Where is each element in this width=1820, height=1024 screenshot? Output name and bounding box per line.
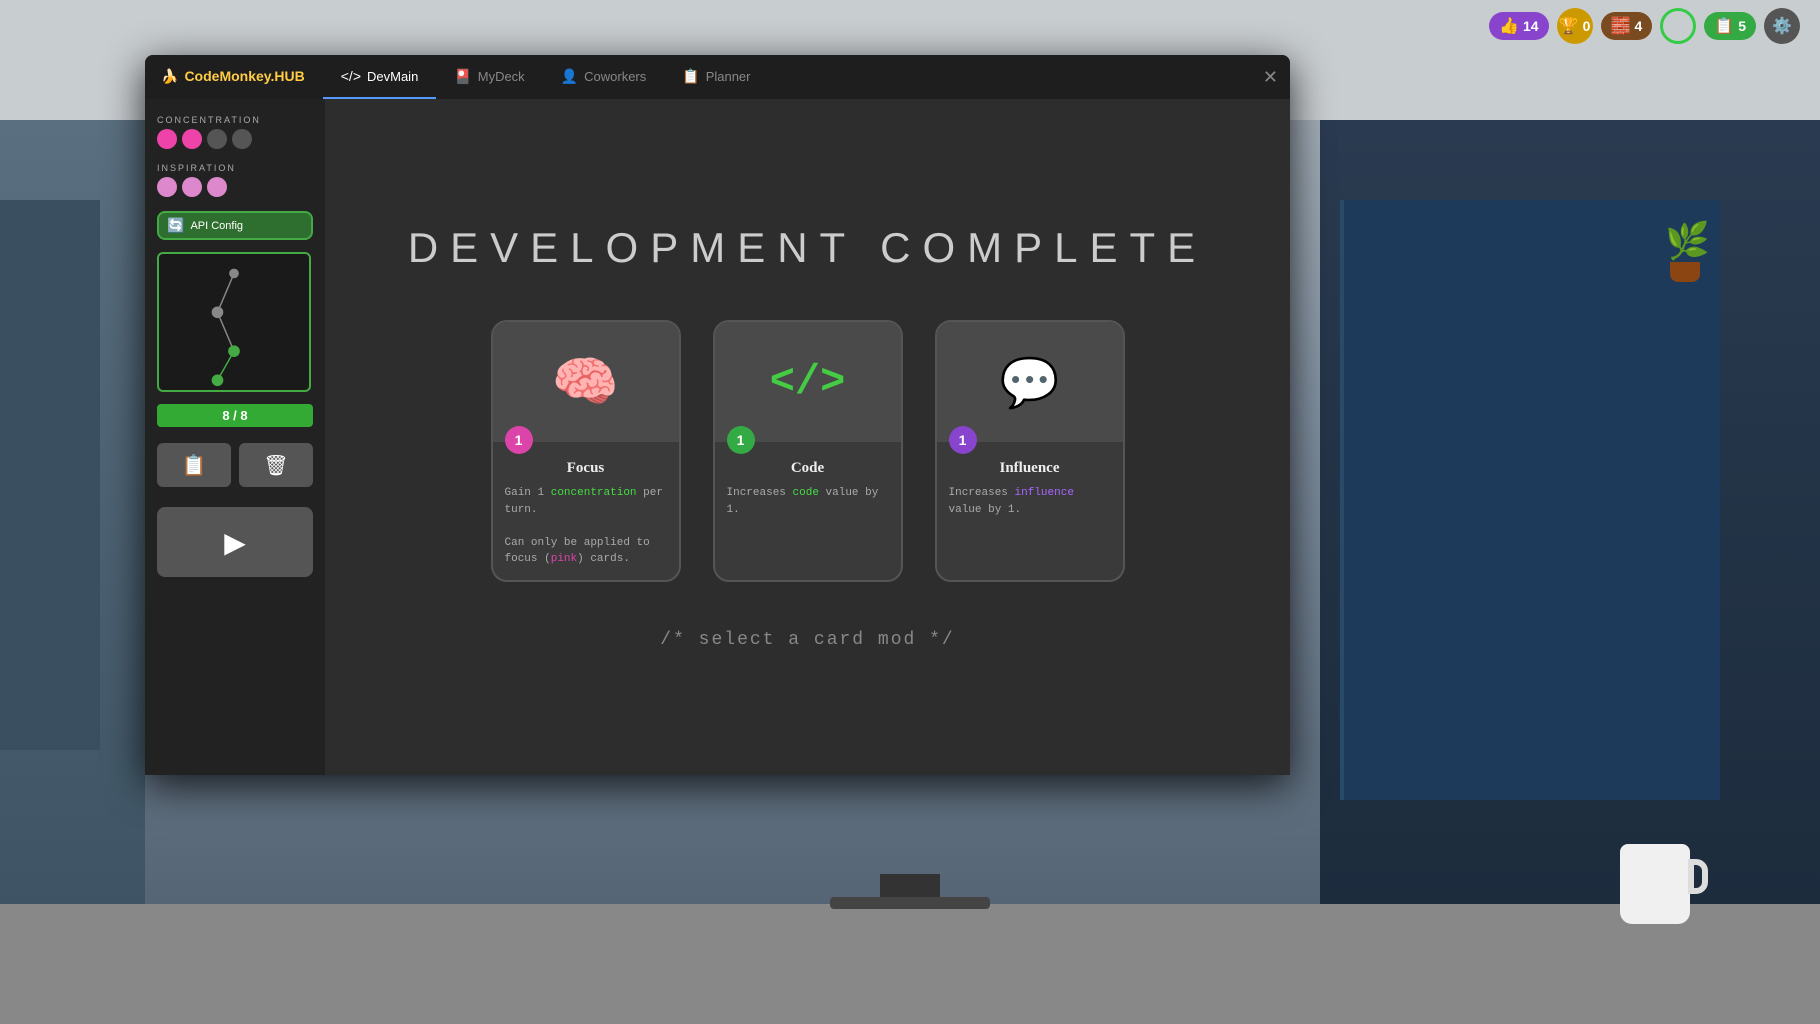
code-highlight: code: [793, 487, 819, 499]
card-influence-top: 💬 1: [937, 322, 1123, 442]
concentration-dots: [157, 129, 313, 149]
influence-emoji: 💬: [1000, 354, 1060, 411]
plant-pot: [1670, 262, 1700, 282]
thumbs-badge[interactable]: 👍 14: [1489, 12, 1549, 40]
api-config-icon: 🔄: [167, 217, 184, 234]
influence-title: Influence: [949, 460, 1111, 477]
focus-highlight-concentration: concentration: [551, 487, 637, 499]
gear-badge[interactable]: ⚙️: [1764, 8, 1800, 44]
conc-dot-4: [232, 129, 252, 149]
inspiration-section: INSPIRATION: [157, 163, 313, 199]
thumbs-icon: 👍: [1499, 16, 1519, 36]
app-title: CodeMonkey.HUB: [184, 68, 304, 84]
conc-dot-1: [157, 129, 177, 149]
code-badge: 1: [727, 426, 755, 454]
progress-text: 8 / 8: [222, 408, 247, 423]
floor: [0, 904, 1820, 1024]
card-code[interactable]: </> 1 Code Increases code value by 1.: [713, 320, 903, 582]
app-title-tab: 🍌 CodeMonkey.HUB: [145, 55, 323, 99]
resource-icon: 🧱: [1611, 16, 1631, 36]
play-button[interactable]: ▶: [157, 507, 313, 577]
card-focus-top: 🧠 1: [493, 322, 679, 442]
planner-label: Planner: [706, 69, 751, 84]
influence-badge: 1: [949, 426, 977, 454]
plant-leaves: 🌿: [1665, 220, 1705, 262]
thumbs-count: 14: [1523, 18, 1539, 34]
action-buttons: 📋 🗑: [157, 443, 313, 487]
coworkers-label: Coworkers: [584, 69, 646, 84]
quest-badge[interactable]: 🏆 0: [1557, 8, 1593, 44]
delete-button[interactable]: 🗑: [239, 443, 313, 487]
conc-dot-2: [182, 129, 202, 149]
api-preview: [157, 252, 311, 392]
task-icon: 📋: [1714, 16, 1734, 36]
tab-mydeck[interactable]: 🎴 MyDeck: [436, 55, 542, 99]
influence-desc: Increases influence value by 1.: [949, 485, 1111, 518]
code-desc: Increases code value by 1.: [727, 485, 889, 518]
window-body: CONCENTRATION INSPIRATION 🔄 API C: [145, 99, 1290, 775]
tab-coworkers[interactable]: 👤 Coworkers: [543, 55, 665, 99]
mydeck-icon: 🎴: [454, 68, 471, 85]
devmain-label: DevMain: [367, 69, 418, 84]
resource-badge[interactable]: 🧱 4: [1601, 12, 1653, 40]
cubicle-right: [1340, 200, 1720, 800]
planner-icon: 📋: [682, 68, 699, 85]
content-area: DEVELOPMENT COMPLETE 🧠 1 Focus Gain 1 co…: [325, 99, 1290, 775]
focus-highlight-pink: pink: [551, 553, 577, 565]
select-prompt: /* select a card mod */: [660, 630, 954, 650]
sidebar: CONCENTRATION INSPIRATION 🔄 API C: [145, 99, 325, 775]
api-config-card[interactable]: 🔄 API Config: [157, 211, 313, 240]
card-code-top: </> 1: [715, 322, 901, 442]
resource-count: 4: [1634, 18, 1642, 34]
plant: 🌿: [1665, 220, 1705, 300]
insp-dot-3: [207, 177, 227, 197]
quest-icon: 🏆: [1559, 16, 1579, 36]
focus-desc: Gain 1 concentration per turn. Can only …: [505, 485, 667, 568]
card-focus-bottom: Focus Gain 1 concentration per turn. Can…: [493, 442, 679, 580]
card-focus[interactable]: 🧠 1 Focus Gain 1 concentration per turn.…: [491, 320, 681, 582]
cards-row: 🧠 1 Focus Gain 1 concentration per turn.…: [491, 320, 1125, 582]
insp-dot-2: [182, 177, 202, 197]
title-bar: 🍌 CodeMonkey.HUB </> DevMain 🎴 MyDeck 👤 …: [145, 55, 1290, 99]
main-window: 🍌 CodeMonkey.HUB </> DevMain 🎴 MyDeck 👤 …: [145, 55, 1290, 775]
focus-badge: 1: [505, 426, 533, 454]
tab-devmain[interactable]: </> DevMain: [323, 55, 437, 99]
hud-bar: 👍 14 🏆 0 🧱 4 📋 5 ⚙️: [1489, 8, 1800, 44]
devmain-icon: </>: [341, 68, 361, 84]
mug: [1620, 844, 1690, 924]
gear-icon: ⚙️: [1772, 16, 1792, 36]
focus-title: Focus: [505, 460, 667, 477]
cubicle-left: [0, 200, 100, 750]
task-count: 5: [1738, 18, 1746, 34]
dev-complete-title: DEVELOPMENT COMPLETE: [408, 224, 1207, 272]
concentration-label: CONCENTRATION: [157, 115, 313, 125]
tab-planner[interactable]: 📋 Planner: [664, 55, 768, 99]
monitor-stand-base: [830, 897, 990, 909]
progress-bar: 8 / 8: [157, 404, 313, 427]
app-icon: 🍌: [161, 68, 178, 85]
code-emoji: </>: [770, 358, 846, 406]
card-code-bottom: Code Increases code value by 1.: [715, 442, 901, 530]
quest-count: 0: [1583, 18, 1591, 34]
inspiration-dots: [157, 177, 313, 197]
focus-emoji: 🧠: [552, 355, 619, 409]
task-badge[interactable]: 📋 5: [1704, 12, 1756, 40]
status-circle: [1660, 8, 1696, 44]
copy-button[interactable]: 📋: [157, 443, 231, 487]
mug-handle: [1688, 859, 1708, 894]
card-influence-bottom: Influence Increases influence value by 1…: [937, 442, 1123, 530]
concentration-section: CONCENTRATION: [157, 115, 313, 151]
insp-dot-1: [157, 177, 177, 197]
card-influence[interactable]: 💬 1 Influence Increases influence value …: [935, 320, 1125, 582]
conc-dot-3: [207, 129, 227, 149]
close-button[interactable]: ✕: [1263, 67, 1278, 88]
inspiration-label: INSPIRATION: [157, 163, 313, 173]
influence-highlight: influence: [1015, 487, 1074, 499]
coworkers-icon: 👤: [561, 68, 578, 85]
code-title: Code: [727, 460, 889, 477]
api-config-label: API Config: [190, 220, 243, 232]
mydeck-label: MyDeck: [478, 69, 525, 84]
